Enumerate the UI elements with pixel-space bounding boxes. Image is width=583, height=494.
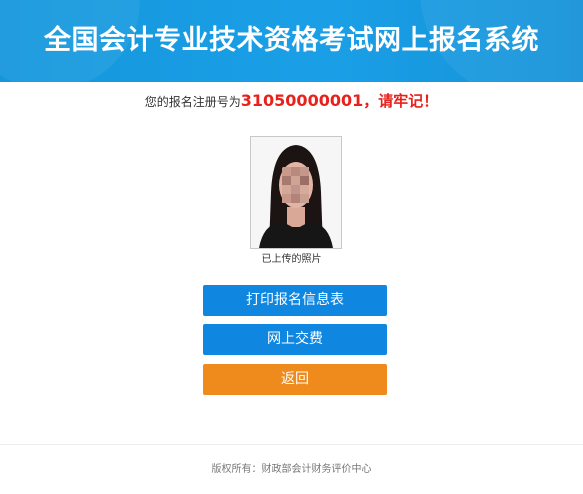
photo-caption: 已上传的照片 xyxy=(261,254,322,265)
registration-number: 31050000001 xyxy=(240,91,364,110)
footer-copyright: 版权所有：财政部会计财务评价中心 xyxy=(211,464,372,475)
registration-info: 您的报名注册号为31050000001，请牢记！ xyxy=(0,90,583,111)
registration-prefix: 您的报名注册号为 xyxy=(144,95,241,109)
registration-reminder: ，请牢记！ xyxy=(363,92,439,110)
page-title: 全国会计专业技术资格考试网上报名系统 xyxy=(44,25,539,56)
online-payment-button[interactable]: 网上交费 xyxy=(203,324,387,355)
back-button[interactable]: 返回 xyxy=(203,364,387,395)
footer-divider xyxy=(0,444,583,445)
portrait-image xyxy=(251,137,341,248)
print-registration-form-button[interactable]: 打印报名信息表 xyxy=(203,285,387,316)
uploaded-photo xyxy=(250,136,342,249)
page-header: 全国会计专业技术资格考试网上报名系统 xyxy=(0,0,583,82)
